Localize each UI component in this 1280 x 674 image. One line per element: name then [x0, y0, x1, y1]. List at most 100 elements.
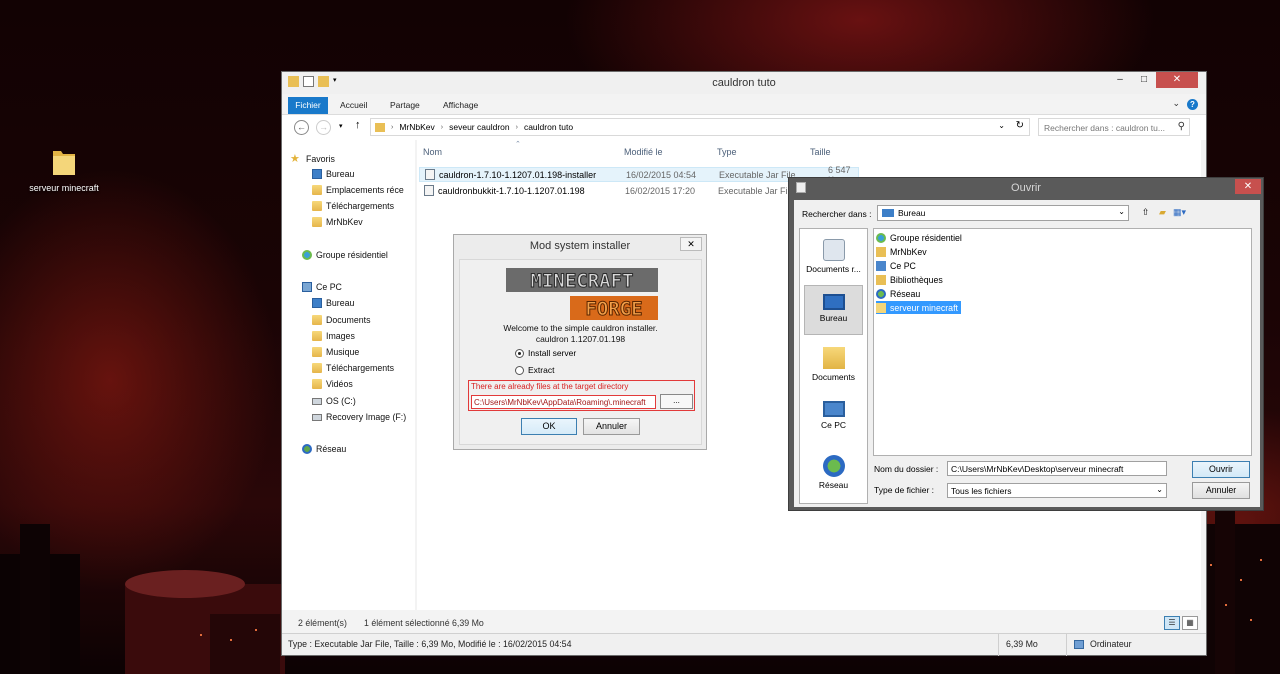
file-modified: 16/02/2015 04:54: [626, 169, 697, 180]
tab-fichier[interactable]: Fichier: [288, 97, 328, 114]
place-bureau[interactable]: Bureau: [804, 285, 863, 335]
chevron-down-icon: ⌄: [1118, 207, 1125, 216]
explorer-titlebar[interactable]: ▾ cauldron tuto – □ ✕: [282, 72, 1206, 94]
ok-button[interactable]: OK: [521, 418, 577, 435]
refresh-icon[interactable]: ↻: [1016, 120, 1024, 131]
nav-groupe-residentiel[interactable]: Groupe résidentiel: [302, 250, 388, 260]
search-input[interactable]: Rechercher dans : cauldron tu... ⚲: [1038, 118, 1190, 136]
place-ce-pc[interactable]: Ce PC: [804, 401, 863, 430]
breadcrumb-seveur-cauldron[interactable]: seveur cauldron: [449, 122, 509, 132]
minimize-button[interactable]: –: [1108, 72, 1132, 88]
list-item[interactable]: serveur minecraft: [876, 301, 961, 314]
libraries-icon: [876, 274, 886, 285]
nav-ce-pc[interactable]: Ce PC: [302, 282, 342, 292]
details-view-icon[interactable]: ☰: [1164, 616, 1180, 630]
forward-button[interactable]: →: [316, 120, 331, 135]
tab-affichage[interactable]: Affichage: [443, 97, 478, 114]
nav-pc-telechargements[interactable]: Téléchargements: [312, 363, 394, 373]
column-header-nom[interactable]: Nom: [423, 147, 442, 157]
nav-label: Musique: [326, 347, 360, 357]
nav-mrnbkev[interactable]: MrNbKev: [312, 217, 363, 227]
extract-radio[interactable]: Extract: [515, 365, 554, 375]
desktop-icon: [822, 294, 845, 310]
folder-name-input[interactable]: C:\Users\MrNbKev\Desktop\serveur minecra…: [947, 461, 1167, 476]
nav-emplacements-recents[interactable]: Emplacements réce: [312, 185, 404, 195]
file-modified: 16/02/2015 17:20: [625, 185, 696, 196]
nav-os-c[interactable]: OS (C:): [312, 396, 356, 406]
nav-label: OS (C:): [326, 396, 356, 406]
list-item[interactable]: Réseau: [876, 287, 923, 300]
details-bar: Type : Executable Jar File, Taille : 6,3…: [282, 633, 1206, 656]
dialog-title: Ouvrir: [1011, 182, 1041, 194]
maximize-button[interactable]: □: [1132, 72, 1156, 88]
nav-label: Bureau: [326, 298, 355, 308]
folder-icon: [876, 302, 886, 313]
target-path-field[interactable]: C:\Users\MrNbKev\AppData\Roaming\.minecr…: [471, 395, 656, 409]
cancel-button[interactable]: Annuler: [1192, 482, 1250, 499]
nav-musique[interactable]: Musique: [312, 347, 359, 357]
computer-icon: [302, 282, 312, 292]
pictures-icon: [312, 331, 322, 341]
tab-partage[interactable]: Partage: [390, 97, 420, 114]
version-text: cauldron 1.1207.01.198: [535, 334, 626, 344]
nav-documents[interactable]: Documents: [312, 315, 371, 325]
help-icon[interactable]: ?: [1187, 99, 1198, 110]
nav-pc-bureau[interactable]: Bureau: [312, 298, 354, 308]
list-item[interactable]: Groupe résidentiel: [876, 231, 965, 244]
place-documents[interactable]: Documents: [804, 347, 863, 382]
list-item[interactable]: Ce PC: [876, 259, 919, 272]
new-folder-icon[interactable]: ▰: [1156, 206, 1169, 218]
place-recent-documents[interactable]: Documents r...: [804, 239, 863, 274]
target-directory-panel: There are already files at the target di…: [468, 380, 695, 411]
close-button[interactable]: ✕: [680, 237, 702, 251]
back-button[interactable]: ←: [294, 120, 309, 135]
open-button[interactable]: Ouvrir: [1192, 461, 1250, 478]
window-controls: – □ ✕: [1108, 72, 1198, 88]
list-item[interactable]: MrNbKev: [876, 245, 930, 258]
install-server-radio[interactable]: Install server: [515, 348, 576, 358]
place-label: Réseau: [818, 480, 849, 490]
nav-bureau[interactable]: Bureau: [312, 169, 354, 179]
up-button[interactable]: ↑: [355, 119, 361, 131]
address-field[interactable]: › MrNbKev › seveur cauldron › cauldron t…: [370, 118, 1030, 136]
cancel-button[interactable]: Annuler: [583, 418, 640, 435]
view-menu-icon[interactable]: ▦▾: [1173, 206, 1186, 218]
nav-favoris[interactable]: ★ Favoris: [290, 152, 335, 165]
desktop-folder-serveur-minecraft[interactable]: serveur minecraft: [28, 145, 100, 193]
homegroup-icon: [302, 250, 312, 260]
nav-images[interactable]: Images: [312, 331, 355, 341]
large-icons-view-icon[interactable]: ▦: [1182, 616, 1198, 630]
installer-body: MINECRAFT FORGE Welcome to the simple ca…: [459, 259, 702, 445]
nav-telechargements[interactable]: Téléchargements: [312, 201, 394, 211]
window-title: cauldron tuto: [712, 77, 776, 89]
place-reseau[interactable]: Réseau: [804, 455, 863, 490]
up-folder-icon[interactable]: ⇧: [1139, 206, 1152, 218]
file-type-select[interactable]: Tous les fichiers ⌄: [947, 483, 1167, 498]
browse-button[interactable]: ...: [660, 394, 693, 409]
nav-label: Téléchargements: [326, 201, 394, 211]
column-header-taille[interactable]: Taille: [810, 147, 831, 157]
tab-accueil[interactable]: Accueil: [340, 97, 367, 114]
folder-name-label: Nom du dossier :: [874, 464, 939, 474]
nav-videos[interactable]: Vidéos: [312, 379, 353, 389]
list-item[interactable]: Bibliothèques: [876, 273, 946, 286]
nav-recovery-image[interactable]: Recovery Image (F:): [312, 412, 406, 422]
folder-icon: [51, 145, 77, 177]
radio-label: Install server: [528, 348, 577, 358]
recent-locations-icon[interactable]: ▾: [339, 122, 343, 130]
nav-reseau[interactable]: Réseau: [302, 444, 346, 454]
breadcrumb-mrnbkev[interactable]: MrNbKev: [399, 122, 434, 132]
search-icon[interactable]: ⚲: [1178, 121, 1185, 132]
ribbon-expand-icon[interactable]: ⌄: [1172, 98, 1180, 109]
close-button[interactable]: ✕: [1156, 72, 1198, 88]
breadcrumb-cauldron-tuto[interactable]: cauldron tuto: [524, 122, 573, 132]
file-type: Executable Jar File: [718, 185, 795, 196]
column-header-modifie[interactable]: Modifié le: [624, 147, 663, 157]
address-dropdown-icon[interactable]: ⌄: [998, 121, 1005, 130]
look-in-select[interactable]: Bureau ⌄: [877, 205, 1129, 221]
nav-label: Emplacements réce: [326, 185, 404, 195]
file-list: Groupe résidentiel MrNbKev Ce PC Bibliot…: [873, 228, 1252, 456]
close-button[interactable]: ✕: [1235, 179, 1261, 194]
computer-icon: [1074, 640, 1084, 649]
column-header-type[interactable]: Type: [717, 147, 737, 157]
